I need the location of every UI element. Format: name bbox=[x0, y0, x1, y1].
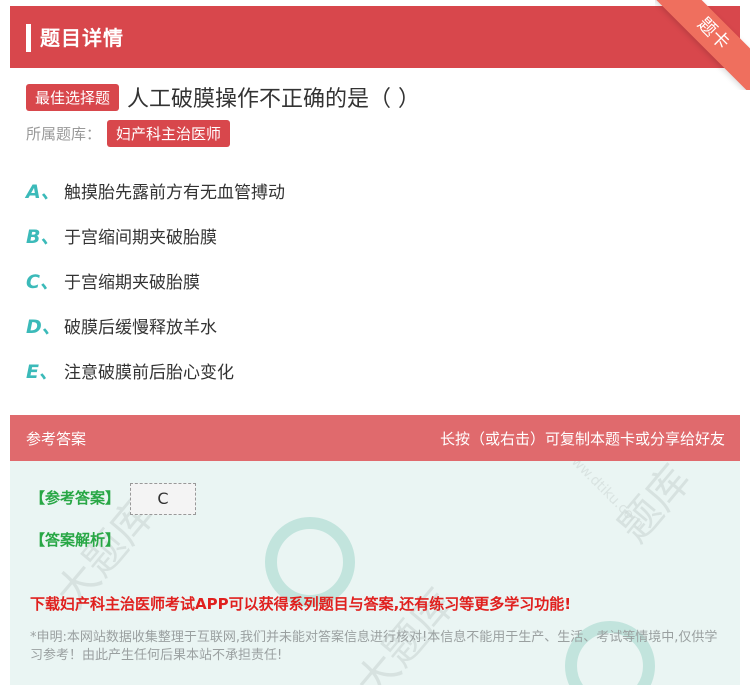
option-text: 破膜后缓慢释放羊水 bbox=[64, 318, 217, 338]
answer-body: 大题库 大题库 题库 www.dtiku.com 【参考答案】 C 【答案解析】… bbox=[10, 461, 740, 685]
header-accent-bar bbox=[26, 24, 31, 52]
answer-label: 【参考答案】 bbox=[30, 489, 121, 507]
option-letter: C、 bbox=[26, 271, 59, 293]
option-e[interactable]: E、 注意破膜前后胎心变化 bbox=[26, 348, 726, 393]
question-row: 最佳选择题 人工破膜操作不正确的是（ ） bbox=[26, 82, 420, 112]
question-bank-row: 所属题库： 妇产科主治医师 bbox=[26, 119, 231, 147]
page-title: 题目详情 bbox=[40, 26, 124, 50]
option-letter: B、 bbox=[26, 226, 60, 248]
ribbon-label: 题卡 bbox=[655, 0, 750, 90]
option-text: 于宫缩间期夹破胎膜 bbox=[64, 228, 217, 248]
answer-header: 参考答案 长按（或右击）可复制本题卡或分享给好友 bbox=[10, 415, 740, 461]
option-text: 注意破膜前后胎心变化 bbox=[64, 363, 234, 383]
answer-value: C bbox=[130, 483, 196, 515]
question-type-badge: 最佳选择题 bbox=[26, 83, 120, 111]
analysis-label: 【答案解析】 bbox=[30, 531, 121, 549]
option-letter: A、 bbox=[26, 181, 60, 203]
option-b[interactable]: B、 于宫缩间期夹破胎膜 bbox=[26, 213, 726, 258]
bank-name-link[interactable]: 妇产科主治医师 bbox=[107, 119, 231, 147]
option-a[interactable]: A、 触摸胎先露前方有无血管搏动 bbox=[26, 168, 726, 213]
option-letter: E、 bbox=[26, 361, 58, 383]
disclaimer-text: *申明:本网站数据收集整理于互联网,我们并未能对答案信息进行核对!本信息不能用于… bbox=[30, 630, 718, 663]
option-list: A、 触摸胎先露前方有无血管搏动 B、 于宫缩间期夹破胎膜 C、 于宫缩期夹破胎… bbox=[26, 168, 726, 393]
option-c[interactable]: C、 于宫缩期夹破胎膜 bbox=[26, 258, 726, 303]
option-text: 于宫缩期夹破胎膜 bbox=[64, 273, 200, 293]
answer-section-title: 参考答案 bbox=[26, 430, 87, 448]
option-text: 触摸胎先露前方有无血管搏动 bbox=[64, 183, 285, 203]
corner-ribbon: 题卡 bbox=[655, 0, 750, 90]
option-d[interactable]: D、 破膜后缓慢释放羊水 bbox=[26, 303, 726, 348]
page-header: 题目详情 bbox=[10, 6, 740, 68]
option-letter: D、 bbox=[26, 316, 61, 338]
bank-label: 所属题库： bbox=[26, 124, 102, 143]
app-promo-link[interactable]: 下载妇产科主治医师考试APP可以获得系列题目与答案,还有练习等更多学习功能! bbox=[30, 593, 571, 614]
question-text: 人工破膜操作不正确的是（ ） bbox=[127, 87, 421, 112]
share-hint: 长按（或右击）可复制本题卡或分享给好友 bbox=[439, 430, 725, 448]
